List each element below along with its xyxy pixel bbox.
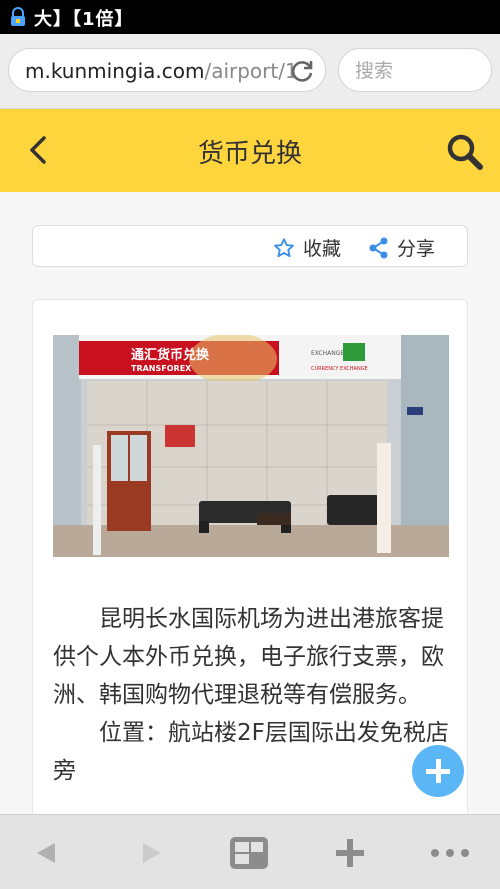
tabs-icon bbox=[230, 837, 268, 869]
browser-bottom-bar bbox=[0, 814, 500, 889]
status-bar: 大】【1倍】 bbox=[0, 0, 500, 34]
search-icon[interactable] bbox=[446, 133, 484, 171]
exchange-counter-photo: 通汇货币兑换 TRANSFOREX EXCHANGE CURRENCY EXCH… bbox=[53, 335, 449, 557]
add-floating-button[interactable] bbox=[412, 745, 464, 797]
more-icon bbox=[431, 849, 469, 857]
photo-illustration: 通汇货币兑换 TRANSFOREX EXCHANGE CURRENCY EXCH… bbox=[53, 335, 449, 557]
browser-forward-button[interactable] bbox=[132, 833, 172, 873]
exchange-label: EXCHANGE bbox=[311, 350, 344, 357]
article-paragraph-1: 昆明长水国际机场为进出港旅客提供个人本外币兑换，电子旅行支票，欧洲、韩国购物代理… bbox=[53, 606, 444, 708]
page-title: 货币兑换 bbox=[197, 139, 302, 169]
sign-cn: 通汇货币兑换 bbox=[131, 347, 210, 363]
article-paragraph-2: 位置：航站楼2F层国际出发免税店旁 bbox=[53, 720, 449, 784]
url-text[interactable]: m.kunmingia.com/airport/14 bbox=[25, 59, 295, 83]
content-area: 收藏 分享 通汇货币兑换 TRANSFOREX EXCHANGE CURRENC… bbox=[0, 192, 500, 814]
arrow-right-icon bbox=[143, 843, 161, 863]
lock-icon bbox=[11, 7, 25, 26]
browser-new-tab-button[interactable] bbox=[330, 833, 370, 873]
share-button[interactable]: 分享 bbox=[369, 234, 435, 261]
browser-search-input[interactable] bbox=[353, 57, 477, 85]
currency-exchange-text: CURRENCY EXCHANGE bbox=[311, 366, 368, 372]
browser-more-button[interactable] bbox=[430, 833, 470, 873]
reload-icon[interactable] bbox=[289, 58, 315, 84]
arrow-left-icon bbox=[37, 843, 55, 863]
article-text: 昆明长水国际机场为进出港旅客提供个人本外币兑换，电子旅行支票，欧洲、韩国购物代理… bbox=[53, 600, 453, 790]
status-text: 大】【1倍】 bbox=[34, 9, 134, 30]
sign-en: TRANSFOREX bbox=[131, 364, 192, 373]
page-header: 货币兑换 bbox=[0, 109, 500, 192]
favorite-label: 收藏 bbox=[303, 238, 342, 260]
browser-tabs-button[interactable] bbox=[229, 833, 269, 873]
plus-icon bbox=[336, 839, 364, 867]
star-icon bbox=[274, 237, 294, 257]
action-toolbar: 收藏 分享 bbox=[32, 225, 468, 267]
share-icon bbox=[369, 237, 388, 258]
url-field[interactable]: m.kunmingia.com/airport/14 bbox=[8, 48, 326, 92]
article-card: 通汇货币兑换 TRANSFOREX EXCHANGE CURRENCY EXCH… bbox=[32, 299, 468, 814]
favorite-button[interactable]: 收藏 bbox=[273, 234, 341, 261]
share-label: 分享 bbox=[397, 238, 436, 260]
browser-toolbar: m.kunmingia.com/airport/14 bbox=[0, 34, 500, 109]
browser-back-button[interactable] bbox=[26, 833, 66, 873]
browser-search[interactable] bbox=[338, 48, 492, 92]
